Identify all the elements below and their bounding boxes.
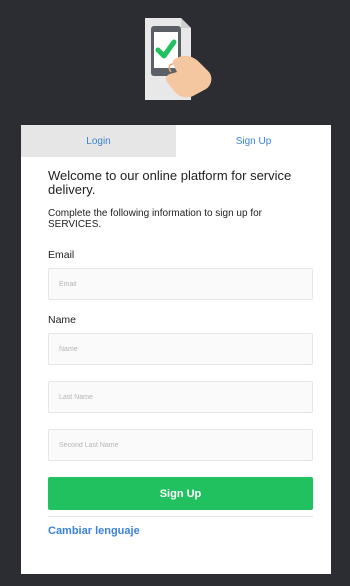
signup-instructions: Complete the following information to si…	[48, 208, 263, 230]
change-language-link[interactable]: Cambiar lenguaje	[48, 525, 140, 537]
name-label: Name	[48, 314, 77, 326]
name-field[interactable]	[48, 333, 313, 365]
signup-form: Welcome to our online platform for servi…	[21, 157, 331, 539]
app-logo	[133, 14, 223, 104]
email-field[interactable]	[48, 268, 313, 300]
signup-card: Login Sign Up Welcome to our online plat…	[21, 125, 331, 574]
email-label: Email	[48, 249, 75, 261]
welcome-message: Welcome to our online platform for servi…	[48, 168, 292, 197]
last-name-field[interactable]	[48, 381, 313, 413]
tab-login[interactable]: Login	[21, 125, 176, 157]
divider	[48, 516, 313, 517]
auth-tabs: Login Sign Up	[21, 125, 331, 157]
sign-up-button[interactable]: Sign Up	[48, 477, 313, 510]
second-last-name-field[interactable]	[48, 429, 313, 461]
tablet-checkmark-hand-icon	[145, 18, 212, 100]
tab-sign-up[interactable]: Sign Up	[176, 125, 331, 157]
